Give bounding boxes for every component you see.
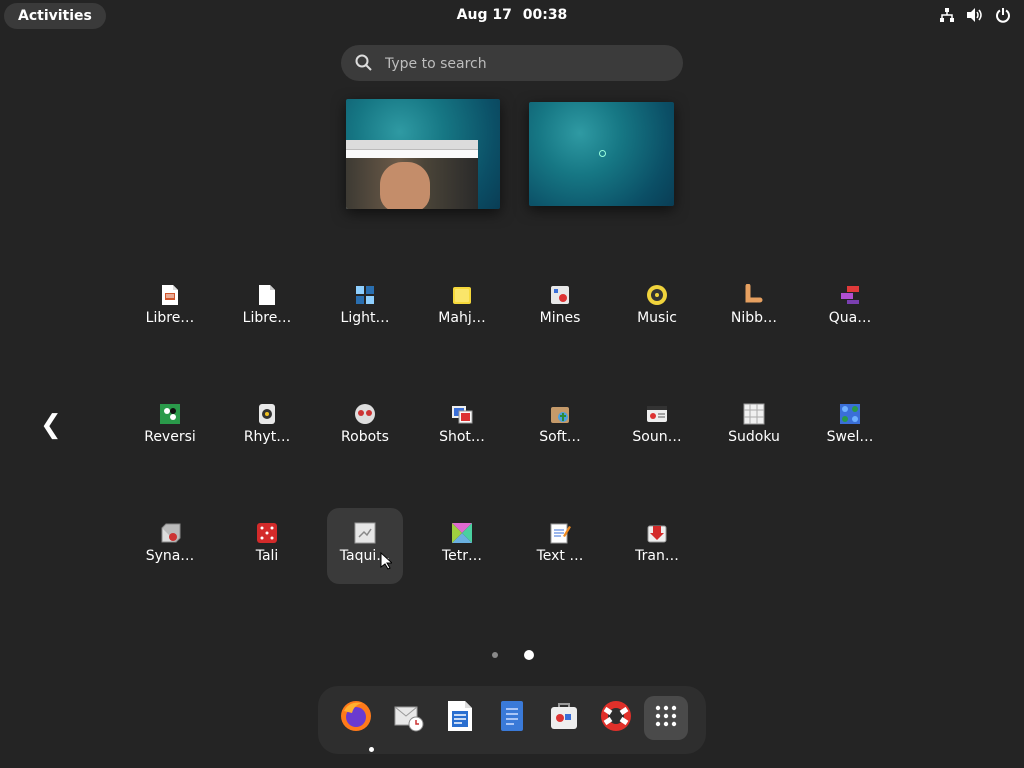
app-synaptic[interactable]: Syna…: [132, 508, 208, 584]
app-rhythmbox[interactable]: Rhyt…: [229, 389, 305, 465]
dash: [318, 686, 706, 754]
mouse-cursor-icon: [380, 551, 394, 574]
dash-help[interactable]: [594, 696, 638, 740]
app-quadrapassel[interactable]: Qua…: [812, 270, 888, 346]
app-music[interactable]: Music: [619, 270, 695, 346]
tali-icon: [256, 522, 278, 544]
sound-recorder-icon: [646, 403, 668, 425]
app-tali[interactable]: Tali: [229, 508, 305, 584]
app-sound-recorder[interactable]: Soun…: [619, 389, 695, 465]
tetravex-icon: [451, 522, 473, 544]
search-input[interactable]: [383, 45, 667, 83]
clock[interactable]: Aug 17 00:38: [0, 7, 1024, 23]
libreoffice-impress-icon: [159, 284, 181, 306]
app-shotwell[interactable]: Shot…: [424, 389, 500, 465]
dash-software-store[interactable]: [542, 696, 586, 740]
show-apps-button[interactable]: [644, 696, 688, 740]
running-indicator: [369, 747, 374, 752]
app-libreoffice-impress[interactable]: Libre…: [132, 270, 208, 346]
shotwell-icon: [451, 403, 473, 425]
swell-foop-icon: [839, 403, 861, 425]
quadrapassel-icon: [839, 284, 861, 306]
dash-text-document[interactable]: [490, 696, 534, 740]
app-text-editor[interactable]: Text …: [522, 508, 598, 584]
app-tetravex[interactable]: Tetr…: [424, 508, 500, 584]
app-transmission[interactable]: Tran…: [619, 508, 695, 584]
mahjongg-icon: [451, 284, 473, 306]
dash-firefox[interactable]: [334, 696, 378, 752]
libreoffice-startcenter-icon: [256, 284, 278, 306]
workspace-thumbnail-2[interactable]: [529, 102, 674, 206]
libreoffice-writer-icon: [445, 699, 475, 737]
power-icon[interactable]: [994, 6, 1012, 24]
previous-page-arrow[interactable]: ❮: [40, 410, 62, 440]
network-icon[interactable]: [938, 6, 956, 24]
nibbles-icon: [743, 284, 765, 306]
page-dot-1[interactable]: [492, 652, 498, 658]
top-bar: Activities Aug 17 00:38: [0, 0, 1024, 32]
app-reversi[interactable]: Reversi: [132, 389, 208, 465]
system-status[interactable]: [938, 6, 1012, 24]
app-software[interactable]: Soft…: [522, 389, 598, 465]
music-icon: [646, 284, 668, 306]
lightsoff-icon: [354, 284, 376, 306]
page-dot-2[interactable]: [524, 650, 534, 660]
app-nibbles[interactable]: Nibb…: [716, 270, 792, 346]
workspace-thumbnail-1[interactable]: [346, 99, 500, 209]
app-sudoku[interactable]: Sudoku: [716, 389, 792, 465]
software-icon: [549, 403, 571, 425]
robots-icon: [354, 403, 376, 425]
mines-icon: [549, 284, 571, 306]
clock-date: Aug 17: [456, 7, 512, 23]
show-apps-icon: [654, 704, 678, 732]
taquin-icon: [354, 522, 376, 544]
volume-icon[interactable]: [966, 6, 984, 24]
app-swell-foop[interactable]: Swel…: [812, 389, 888, 465]
help-icon: [599, 699, 633, 737]
sudoku-icon: [743, 403, 765, 425]
app-lightsoff[interactable]: Light…: [327, 270, 403, 346]
app-libreoffice-startcenter[interactable]: Libre…: [229, 270, 305, 346]
text-editor-icon: [549, 522, 571, 544]
clock-time: 00:38: [522, 7, 568, 23]
app-mahjongg[interactable]: Mahj…: [424, 270, 500, 346]
search-entry[interactable]: [341, 45, 683, 83]
rhythmbox-icon: [256, 403, 278, 425]
transmission-icon: [646, 522, 668, 544]
evolution-icon: [391, 699, 425, 737]
window-preview-browser[interactable]: [346, 140, 478, 209]
app-mines[interactable]: Mines: [522, 270, 598, 346]
dash-libreoffice-writer[interactable]: [438, 696, 482, 740]
text-document-icon: [499, 699, 525, 737]
firefox-icon: [339, 699, 373, 737]
search-icon: [355, 54, 373, 76]
dash-evolution[interactable]: [386, 696, 430, 740]
synaptic-icon: [159, 522, 181, 544]
app-robots[interactable]: Robots: [327, 389, 403, 465]
software-store-icon: [547, 699, 581, 737]
reversi-icon: [159, 403, 181, 425]
